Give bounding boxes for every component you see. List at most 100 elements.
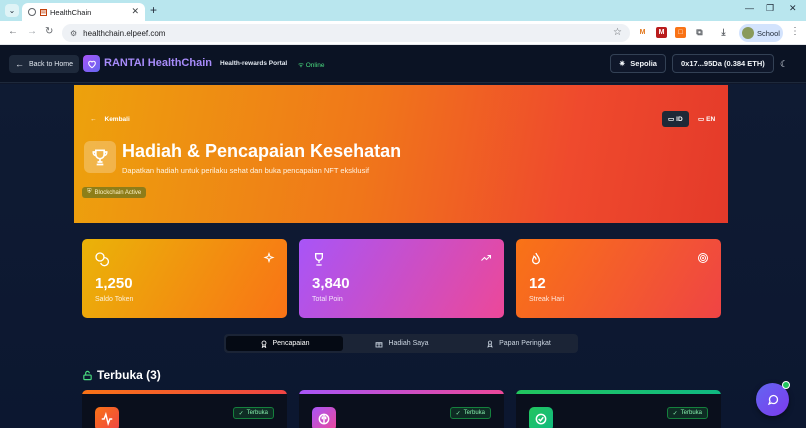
check-circle-icon: ✓ xyxy=(455,410,461,417)
browser-toolbar: ← → ↻ ⚙ healthchain.elpeef.com ☆ M M □ ⧉… xyxy=(0,21,806,45)
stat-card-streak: 12 Streak Hari xyxy=(516,239,721,318)
shield-icon: ⛨ xyxy=(87,189,92,195)
check-circle-icon: ✓ xyxy=(672,410,678,417)
online-status-text: Online xyxy=(305,62,325,69)
unlocked-section-title: Terbuka (3) xyxy=(82,368,161,382)
tab-papan-peringkat-label: Papan Peringkat xyxy=(499,340,551,347)
wallet-button[interactable]: 0x17...95Da (0.384 ETH) xyxy=(672,54,774,73)
browser-tab-bar: ⌄ ▤ HealthChain ✕ + — ❐ ✕ xyxy=(0,0,806,21)
back-to-home-label: Back to Home xyxy=(29,60,73,68)
flag-icon: ▭ xyxy=(668,116,675,123)
menu-kebab-icon[interactable]: ⋮ xyxy=(790,26,800,37)
stat-card-token: 1,250 Saldo Token xyxy=(82,239,287,318)
token-balance-label: Saldo Token xyxy=(95,296,134,303)
extension-icon[interactable]: □ xyxy=(675,27,686,38)
browser-tab-healthchain[interactable]: ▤ HealthChain ✕ xyxy=(22,3,145,21)
brand-name: RANTAI HealthChain xyxy=(104,57,212,69)
chat-bubble-icon xyxy=(767,394,778,405)
portal-label: Health-rewards Portal xyxy=(220,60,288,67)
back-to-home-button[interactable]: ← Back to Home xyxy=(9,55,79,73)
new-tab-button[interactable]: + xyxy=(150,3,157,17)
lang-id-label: ID xyxy=(676,115,683,123)
main-content: ← Kembali ▭ ID ▭ EN Hadiah & Pencapaian Kes… xyxy=(0,84,806,428)
wifi-icon: ᯤ xyxy=(298,62,306,69)
token-balance-value: 1,250 xyxy=(95,275,133,292)
network-selector[interactable]: ✷ Sepolia xyxy=(610,54,666,73)
profile-label: School xyxy=(757,28,780,38)
check-circle-icon: ✓ xyxy=(238,410,244,417)
site-favicon-icon: ▤ xyxy=(40,8,47,16)
coins-icon xyxy=(95,252,110,267)
wallet-address: 0x17...95Da (0.384 ETH) xyxy=(681,59,765,68)
network-sun-icon: ✷ xyxy=(619,59,626,68)
card-accent-bar xyxy=(516,390,721,394)
restore-button[interactable]: ❐ xyxy=(766,3,774,14)
achievement-card[interactable]: ✓ Terbuka xyxy=(516,390,721,428)
total-points-label: Total Poin xyxy=(312,296,343,303)
tab-close-icon[interactable]: ✕ xyxy=(131,6,139,17)
arrow-left-icon: ← xyxy=(15,59,24,69)
close-window-button[interactable]: ✕ xyxy=(789,3,797,14)
download-icon[interactable]: ⤓ xyxy=(718,27,729,38)
app-header: ← Back to Home RANTAI HealthChain Health… xyxy=(0,45,806,83)
avatar xyxy=(742,27,754,39)
stat-card-points: 3,840 Total Poin xyxy=(299,239,504,318)
globe-icon xyxy=(28,8,36,16)
metamask-extension-icon[interactable]: M xyxy=(637,27,648,38)
bookmark-star-icon[interactable]: ☆ xyxy=(613,27,622,38)
network-label: Sepolia xyxy=(630,59,657,68)
url-text: healthchain.elpeef.com xyxy=(83,28,166,38)
forward-arrow-icon[interactable]: → xyxy=(27,26,37,37)
chat-button[interactable] xyxy=(756,381,790,416)
tab-title: HealthChain xyxy=(50,7,92,17)
hero-banner: ← Kembali ▭ ID ▭ EN Hadiah & Pencapaian Kes… xyxy=(74,85,728,223)
address-bar[interactable]: ⚙ healthchain.elpeef.com ☆ xyxy=(62,24,630,42)
page-subtitle: Dapatkan hadiah untuk perilaku sehat dan… xyxy=(122,166,370,175)
achievement-card[interactable]: ✓ Terbuka xyxy=(82,390,287,428)
unlocked-badge-label: Terbuka xyxy=(246,410,268,416)
streak-label: Streak Hari xyxy=(529,296,565,303)
back-arrow-icon[interactable]: ← xyxy=(8,26,18,37)
gift-icon xyxy=(376,341,383,347)
profile-button[interactable]: School xyxy=(739,24,783,42)
theme-toggle-moon-icon[interactable]: ☾ xyxy=(780,59,788,70)
puzzle-icon[interactable]: ⧉ xyxy=(694,27,705,38)
extension-icon[interactable]: M xyxy=(656,27,667,38)
kembali-label: Kembali xyxy=(104,116,130,123)
blockchain-status-badge: ⛨ Blockchain Active xyxy=(82,187,147,198)
target-icon xyxy=(698,253,708,263)
reload-icon[interactable]: ↻ xyxy=(45,26,53,37)
unlock-icon xyxy=(83,370,92,380)
tab-hadiah-saya-label: Hadiah Saya xyxy=(388,340,429,347)
tab-papan-peringkat[interactable]: Papan Peringkat xyxy=(461,336,576,351)
lang-en-label: EN xyxy=(706,115,716,123)
unlocked-badge-label: Terbuka xyxy=(680,410,702,416)
kembali-button[interactable]: ← Kembali xyxy=(90,116,130,123)
tab-pencapaian[interactable]: Pencapaian xyxy=(226,336,343,351)
medal-icon xyxy=(261,340,266,348)
minimize-button[interactable]: — xyxy=(745,3,754,13)
lang-id-button[interactable]: ▭ ID xyxy=(662,111,689,127)
trending-up-icon xyxy=(481,255,491,261)
unlocked-badge-label: Terbuka xyxy=(463,410,485,416)
lang-en-button[interactable]: ▭ EN xyxy=(692,111,721,127)
streak-value: 12 xyxy=(529,275,546,292)
card-accent-bar xyxy=(82,390,287,394)
site-info-icon[interactable]: ⚙ xyxy=(70,29,77,38)
activity-icon xyxy=(95,407,119,428)
award-icon xyxy=(487,340,493,348)
card-accent-bar xyxy=(299,390,504,394)
check-circle-icon xyxy=(529,407,553,428)
sparkles-icon xyxy=(263,252,275,264)
trophy-icon xyxy=(315,253,323,266)
section-tabs: Pencapaian Hadiah Saya Papan Peringkat xyxy=(224,334,578,353)
online-status: ᯤ Online xyxy=(298,60,325,69)
tab-search-button[interactable]: ⌄ xyxy=(5,4,19,17)
tab-hadiah-saya[interactable]: Hadiah Saya xyxy=(344,336,460,351)
trophy-icon xyxy=(84,141,116,173)
page-title: Hadiah & Pencapaian Kesehatan xyxy=(122,141,402,161)
blockchain-badge-label: Blockchain Active xyxy=(94,189,142,196)
achievement-card[interactable]: ✓ Terbuka xyxy=(299,390,504,428)
total-points-value: 3,840 xyxy=(312,275,350,292)
online-indicator xyxy=(782,381,790,389)
